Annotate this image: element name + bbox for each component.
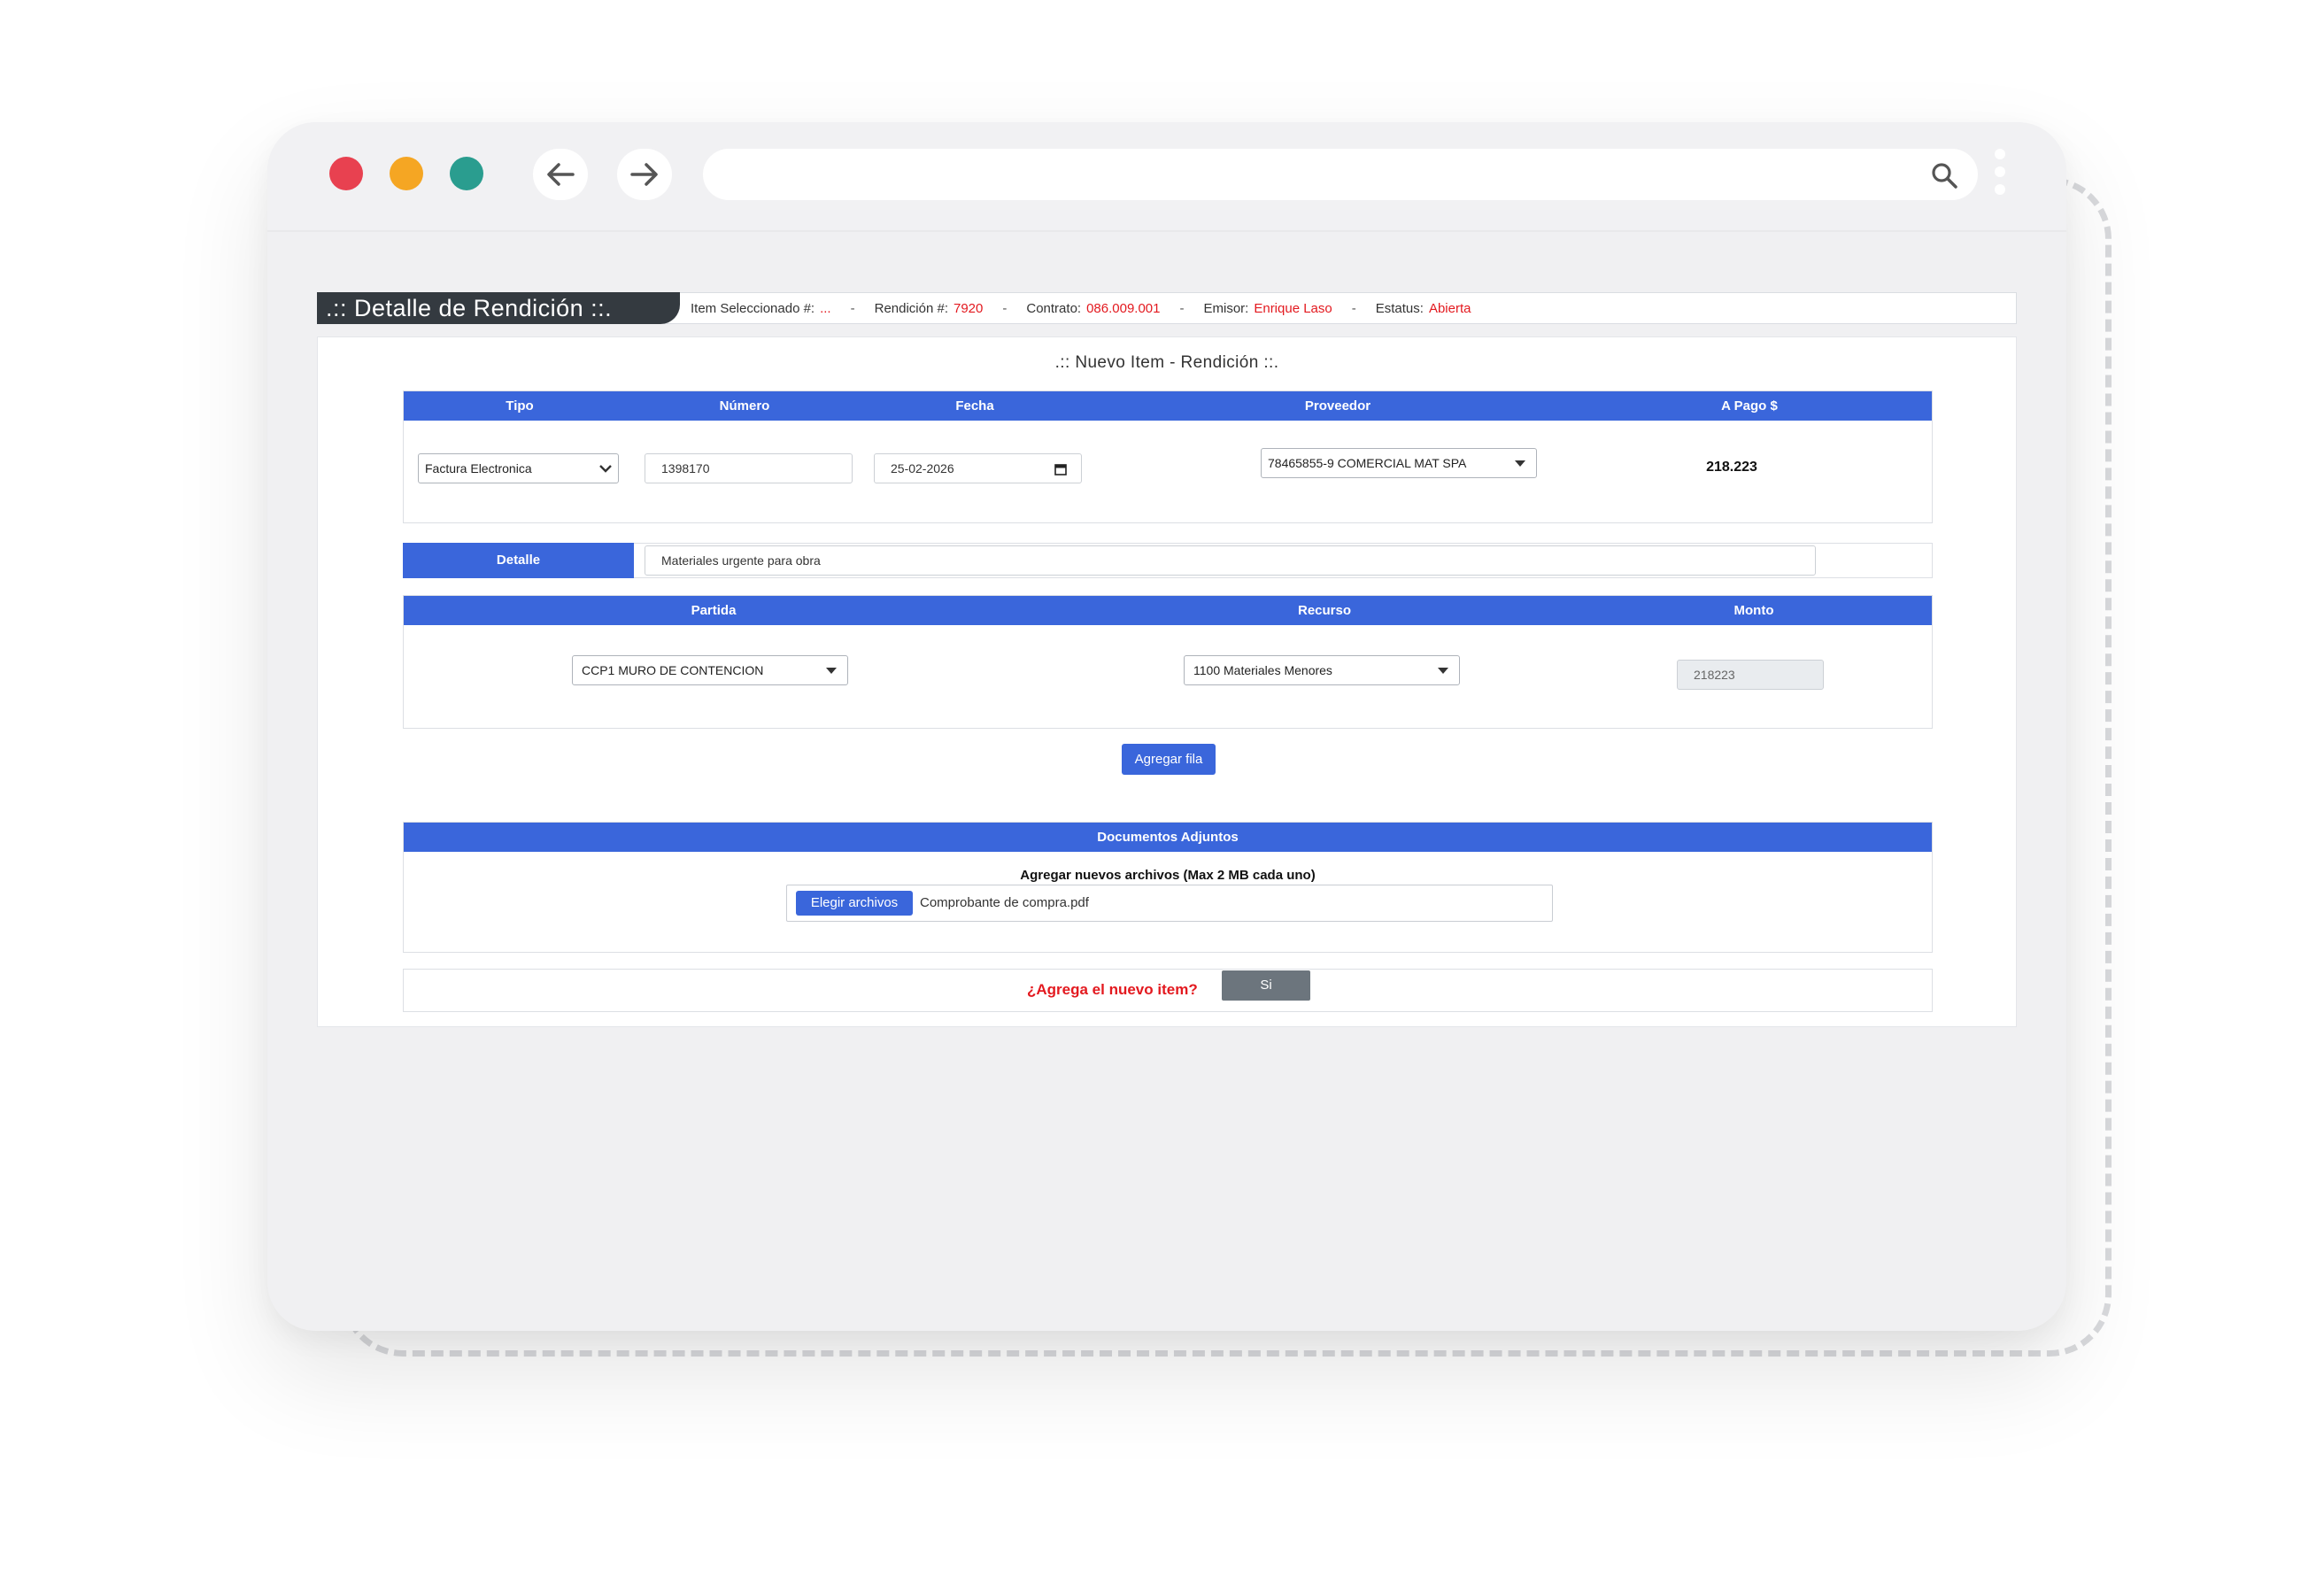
detalle-label: Detalle [403,543,634,578]
partida-table-header: Partida Recurso Monto [404,596,1932,625]
arrow-right-icon [630,163,658,186]
selected-file-name: Comprobante de compra.pdf [920,895,1089,910]
card-title: .:: Nuevo Item - Rendición ::. [1054,353,1279,372]
contrato-value: 086.009.001 [1086,300,1161,316]
file-input[interactable]: Elegir archivos Comprobante de compra.pd… [786,885,1553,922]
caret-down-icon [1438,668,1448,674]
item-label: Item Seleccionado #: [691,300,815,316]
documentos-section: Documentos Adjuntos Agregar nuevos archi… [403,822,1933,953]
a-pago-value: 218.223 [1706,460,1757,475]
tipo-value: Factura Electronica [425,461,532,475]
rendicion-label: Rendición #: [874,300,948,316]
browser-toolbar [267,122,2066,230]
proveedor-value: 78465855-9 COMERCIAL MAT SPA [1268,456,1467,470]
numero-input[interactable]: 1398170 [645,453,853,483]
agregar-fila-button[interactable]: Agregar fila [1122,744,1216,775]
elegir-archivos-button[interactable]: Elegir archivos [796,891,913,916]
minimize-window-dot[interactable] [390,157,423,190]
caret-down-icon [826,668,837,674]
rendicion-value: 7920 [954,300,984,316]
page-content: .:: Detalle de Rendición ::. Item Selecc… [267,232,2066,1331]
arrow-left-icon [547,163,575,186]
item-table: Tipo Número Fecha Proveedor A Pago $ Fac… [403,390,1933,523]
col-proveedor: Proveedor [1304,398,1371,414]
forward-button[interactable] [617,149,672,200]
detalle-input[interactable]: Materiales urgente para obra [645,545,1816,576]
chevron-down-icon [599,465,612,473]
monto-input: 218223 [1677,660,1824,690]
nuevo-item-card: .:: Nuevo Item - Rendición ::. Tipo Núme… [317,336,2017,1027]
item-value: ... [820,300,831,316]
emisor-label: Emisor: [1203,300,1249,316]
recurso-select[interactable]: 1100 Materiales Menores [1184,655,1460,685]
detalle-row: Detalle Materiales urgente para obra [403,543,1933,578]
confirm-question: ¿Agrega el nuevo item? [1027,981,1198,998]
separator: - [1179,300,1185,316]
col-a-pago: A Pago $ [1721,398,1778,414]
rendicion-meta: Item Seleccionado #: ... - Rendición #: … [691,292,1471,324]
browser-menu-icon[interactable] [1994,149,2006,202]
proveedor-select[interactable]: 78465855-9 COMERCIAL MAT SPA [1261,448,1537,478]
back-button[interactable] [533,149,588,200]
contrato-label: Contrato: [1026,300,1082,316]
page-title: .:: Detalle de Rendición ::. [317,292,680,324]
col-partida: Partida [691,603,737,618]
search-icon[interactable] [1930,161,1958,189]
estatus-value: Abierta [1428,300,1471,316]
maximize-window-dot[interactable] [450,157,483,190]
tipo-select[interactable]: Factura Electronica [418,453,619,483]
separator: - [1002,300,1008,316]
partida-value: CCP1 MURO DE CONTENCION [582,663,764,677]
documentos-header: Documentos Adjuntos [404,823,1932,852]
address-bar[interactable] [703,149,1978,200]
col-fecha: Fecha [955,398,994,414]
browser-window: .:: Detalle de Rendición ::. Item Selecc… [267,122,2066,1331]
si-button[interactable]: Si [1222,970,1310,1001]
separator: - [850,300,855,316]
col-tipo: Tipo [506,398,534,414]
fecha-input[interactable]: 25-02-2026 [874,453,1082,483]
calendar-icon[interactable] [1054,463,1067,475]
partida-select[interactable]: CCP1 MURO DE CONTENCION [572,655,848,685]
item-table-header: Tipo Número Fecha Proveedor A Pago $ [404,391,1932,421]
separator: - [1351,300,1356,316]
col-monto: Monto [1733,603,1774,618]
confirm-row: ¿Agrega el nuevo item? Si [403,969,1933,1012]
fecha-value: 25-02-2026 [891,461,954,475]
close-window-dot[interactable] [329,157,363,190]
recurso-value: 1100 Materiales Menores [1193,663,1332,677]
documentos-subtitle: Agregar nuevos archivos (Max 2 MB cada u… [1020,868,1316,883]
col-numero: Número [719,398,770,414]
estatus-label: Estatus: [1375,300,1424,316]
emisor-value: Enrique Laso [1254,300,1332,316]
partida-table: Partida Recurso Monto CCP1 MURO DE CONTE… [403,595,1933,729]
col-recurso: Recurso [1297,603,1352,618]
caret-down-icon [1515,460,1525,467]
